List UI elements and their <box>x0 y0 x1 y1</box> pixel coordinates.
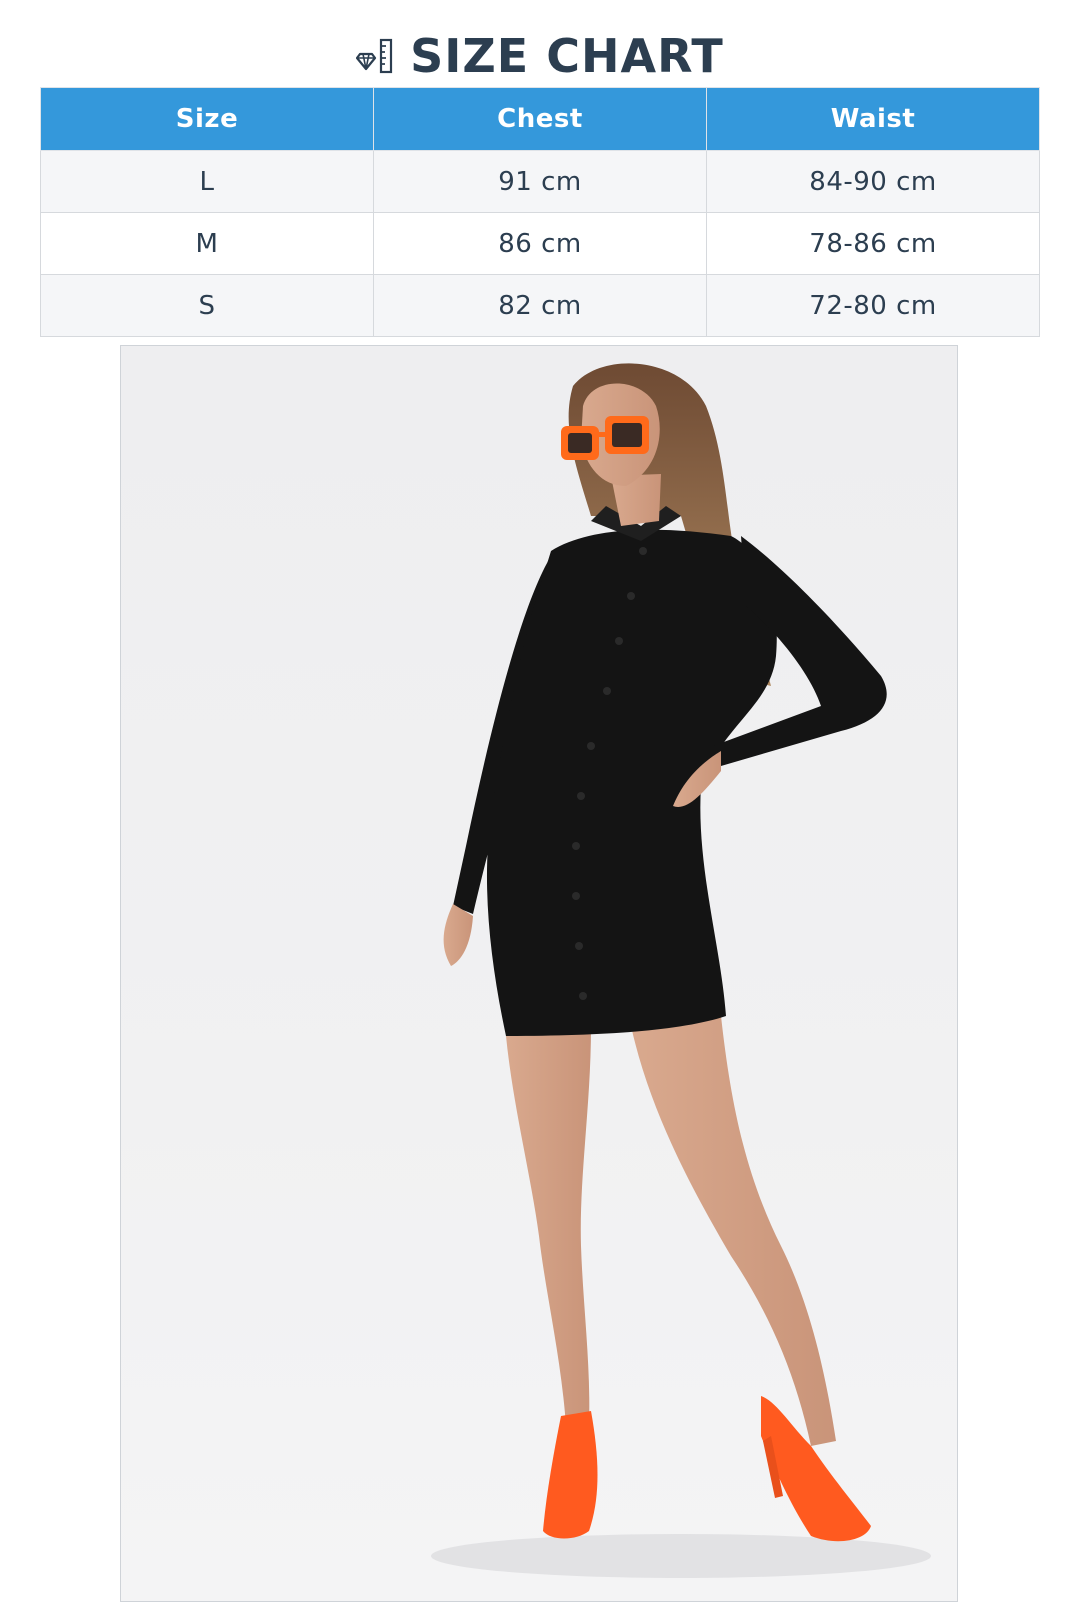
size-table: Size Chest Waist L 91 cm 84-90 cm M 86 c… <box>40 87 1040 337</box>
table-row: L 91 cm 84-90 cm <box>40 150 1040 213</box>
waist-cell: 84-90 cm <box>706 150 1040 213</box>
left-hand <box>443 904 473 966</box>
column-header-chest: Chest <box>373 87 707 151</box>
chest-cell: 91 cm <box>373 150 707 213</box>
table-row: M 86 cm 78-86 cm <box>40 212 1040 275</box>
waist-cell: 72-80 cm <box>706 274 1040 337</box>
page-title: SIZE CHART <box>410 29 724 83</box>
size-cell: L <box>40 150 374 213</box>
size-chart-header: SIZE CHART <box>0 22 1080 90</box>
chest-cell: 82 cm <box>373 274 707 337</box>
column-header-waist: Waist <box>706 87 1040 151</box>
size-cell: S <box>40 274 374 337</box>
floor-shadow <box>431 1534 931 1578</box>
table-row: S 82 cm 72-80 cm <box>40 274 1040 337</box>
right-leg <box>631 1016 836 1446</box>
left-shoe <box>543 1411 598 1539</box>
left-leg <box>506 1026 591 1426</box>
table-header-row: Size Chest Waist <box>40 87 1040 151</box>
size-cell: M <box>40 212 374 275</box>
chest-cell: 86 cm <box>373 212 707 275</box>
product-photo <box>120 345 958 1602</box>
ruler-diamond-icon <box>356 38 393 74</box>
model-illustration <box>431 363 931 1578</box>
column-header-size: Size <box>40 87 374 151</box>
waist-cell: 78-86 cm <box>706 212 1040 275</box>
